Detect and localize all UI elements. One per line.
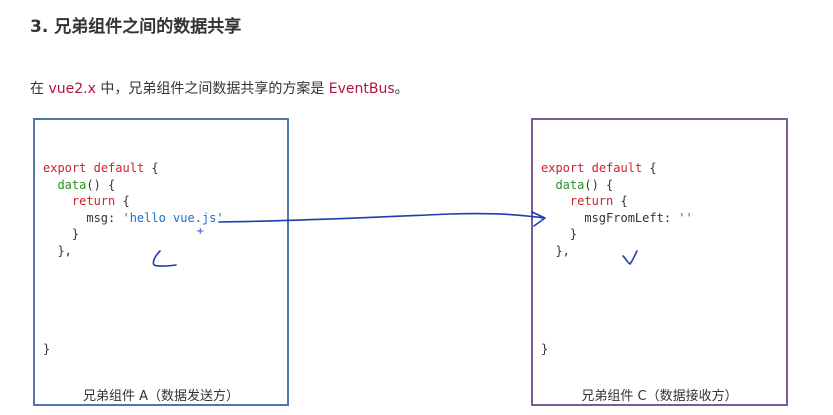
code-keyword-default: default	[93, 161, 145, 175]
sibling-component-a-box: export default { data() { return { msg: …	[33, 118, 289, 406]
intro-paragraph: 在 vue2.x 中，兄弟组件之间数据共享的方案是 EventBus。	[30, 78, 409, 98]
code-data-parens: () {	[584, 177, 614, 192]
code-return-brace: {	[613, 194, 628, 208]
code-property-key: msg:	[86, 210, 123, 225]
code-property-key: msgFromLeft:	[584, 210, 679, 225]
code-data-function: data	[555, 177, 585, 192]
box-c-caption: 兄弟组件 C（数据接收方）	[581, 389, 738, 404]
code-string-value: ''	[678, 210, 693, 225]
code-inner-close: }	[569, 227, 578, 241]
box-a-caption: 兄弟组件 A（数据发送方）	[82, 389, 240, 404]
code-keyword-return: return	[569, 194, 614, 208]
code-open-brace: {	[642, 161, 657, 175]
code-block-c: export default { data() { return { msgFr…	[541, 160, 693, 259]
code-block-a: export default { data() { return { msg: …	[43, 160, 224, 259]
code-keyword-export: export	[43, 161, 87, 175]
code-keyword-export: export	[541, 161, 585, 175]
section-heading: 3. 兄弟组件之间的数据共享	[30, 17, 242, 37]
code-outer-close: },	[57, 243, 72, 258]
sibling-component-c-box: export default { data() { return { msgFr…	[531, 118, 788, 406]
annotation-plus-mark: +	[196, 226, 205, 237]
intro-text-before: 在	[30, 81, 49, 97]
code-open-brace: {	[144, 161, 159, 175]
code-outer-close: },	[555, 243, 570, 258]
intro-version-highlight: vue2.x	[48, 81, 96, 97]
intro-text-after: 。	[394, 81, 409, 97]
code-final-close: }	[43, 342, 51, 356]
code-return-brace: {	[115, 194, 130, 208]
code-string-value: 'hello vue.js'	[122, 210, 224, 225]
code-data-function: data	[57, 177, 87, 192]
code-final-close: }	[541, 342, 549, 356]
code-inner-close: }	[71, 227, 80, 241]
intro-solution-highlight: EventBus	[328, 81, 395, 97]
intro-text-middle: 中，兄弟组件之间数据共享的方案是	[95, 81, 329, 97]
code-keyword-return: return	[71, 194, 116, 208]
code-keyword-default: default	[591, 161, 643, 175]
code-data-parens: () {	[86, 177, 116, 192]
